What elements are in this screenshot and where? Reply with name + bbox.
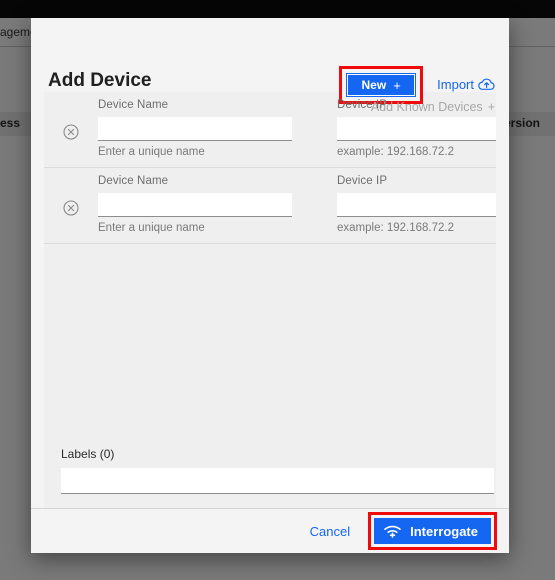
row-fields: Device Name Enter a unique name Device I… <box>98 99 496 158</box>
device-name-input-wrap <box>98 117 292 141</box>
table-row: Device Name Enter a unique name Device I… <box>44 92 496 168</box>
device-ip-input-wrap <box>337 117 496 141</box>
page-title: Add Device <box>48 70 152 91</box>
cancel-button[interactable]: Cancel <box>304 520 356 543</box>
circle-x-icon[interactable] <box>63 199 79 216</box>
add-device-dialog: Add Device New + Import Add Known Device… <box>31 18 509 553</box>
device-ip-field-group: Device IP example: 192.168.72.2 <box>337 175 496 234</box>
device-name-hint: Enter a unique name <box>98 146 205 158</box>
device-name-field-group: Device Name Enter a unique name <box>98 175 292 234</box>
import-link[interactable]: Import <box>437 77 495 94</box>
import-label: Import <box>437 76 474 92</box>
labels-input-wrap <box>61 468 494 494</box>
device-name-label: Device Name <box>98 99 169 111</box>
plus-icon: + <box>393 77 401 93</box>
wifi-icon <box>384 525 401 538</box>
device-name-input[interactable] <box>98 117 292 140</box>
interrogate-button[interactable]: Interrogate <box>374 518 491 544</box>
device-ip-input[interactable] <box>337 117 496 140</box>
labels-section: Labels (0) <box>44 435 496 508</box>
device-ip-hint: example: 192.168.72.2 <box>337 222 455 234</box>
delete-row-cell <box>44 118 98 140</box>
new-button-label: New <box>361 78 387 92</box>
table-row: Device Name Enter a unique name Device I… <box>44 168 496 244</box>
dialog-body: Device Name Enter a unique name Device I… <box>44 92 496 508</box>
labels-title: Labels (0) <box>61 447 115 461</box>
circle-x-icon[interactable] <box>63 123 79 140</box>
dialog-footer: Cancel Interrogate <box>31 508 509 553</box>
device-name-input-wrap <box>98 193 292 217</box>
delete-row-cell <box>44 194 98 216</box>
device-ip-label: Device IP <box>337 175 388 187</box>
interrogate-button-highlight: Interrogate <box>368 512 497 550</box>
device-name-input[interactable] <box>98 193 292 216</box>
device-name-hint: Enter a unique name <box>98 222 205 234</box>
labels-input[interactable] <box>61 468 494 493</box>
device-ip-input-wrap <box>337 193 496 217</box>
device-name-label: Device Name <box>98 175 169 187</box>
cloud-upload-icon <box>478 78 495 90</box>
device-ip-field-group: Device IP example: 192.168.72.2 <box>337 99 496 158</box>
row-fields: Device Name Enter a unique name Device I… <box>98 175 496 234</box>
interrogate-label: Interrogate <box>410 523 478 539</box>
device-ip-hint: example: 192.168.72.2 <box>337 146 455 158</box>
device-ip-input[interactable] <box>337 193 496 216</box>
device-rows-list: Device Name Enter a unique name Device I… <box>44 92 496 435</box>
dialog-header: Add Device New + Import Add Known Device… <box>31 18 509 114</box>
device-ip-label: Device IP <box>337 99 388 111</box>
device-name-field-group: Device Name Enter a unique name <box>98 99 292 158</box>
